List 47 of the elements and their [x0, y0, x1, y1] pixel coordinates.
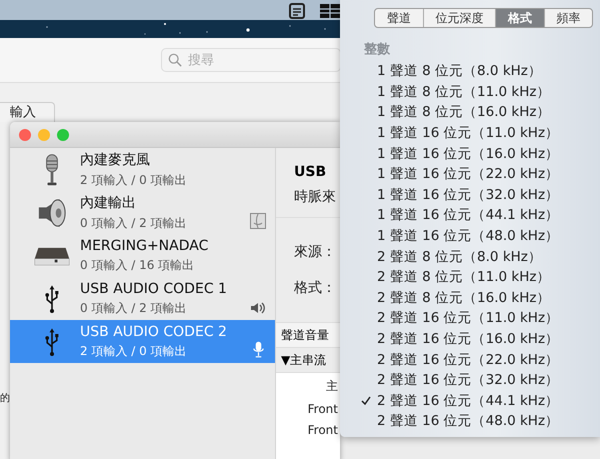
device-name: MERGING+NADAC: [80, 238, 210, 254]
device-channels: 2 項輸入 / 0 項輸出: [80, 342, 188, 360]
device-name: 內建麥克風: [80, 150, 151, 168]
source-label: 來源：: [294, 243, 337, 261]
menu-item[interactable]: 2 聲道 8 位元（11.0 kHz）: [340, 266, 600, 288]
menu-item[interactable]: 1 聲道 16 位元（32.0 kHz）: [340, 184, 600, 206]
channel-label: Front: [308, 423, 338, 437]
menu-item[interactable]: 2 聲道 8 位元（8.0 kHz）: [340, 246, 600, 267]
menu-item[interactable]: 2 聲道 16 位元（22.0 kHz）: [340, 349, 600, 370]
device-channels: 2 項輸入 / 0 項輸出: [80, 172, 188, 188]
segment-tab[interactable]: 格式: [496, 9, 544, 27]
search-field[interactable]: 搜尋: [161, 48, 341, 72]
menu-item[interactable]: 2 聲道 16 位元（48.0 kHz）: [340, 411, 600, 432]
menu-item[interactable]: 1 聲道 16 位元（16.0 kHz）: [340, 143, 600, 164]
menu-item[interactable]: 1 聲道 16 位元（22.0 kHz）: [340, 164, 600, 185]
section-header: 整數: [364, 41, 391, 58]
channel-label: 主: [326, 378, 338, 395]
menu-item[interactable]: 2 聲道 16 位元（44.1 kHz）: [340, 390, 600, 412]
device-item[interactable]: MERGING+NADAC 0 項輸入 / 16 項輸出: [10, 234, 275, 277]
menu-item[interactable]: 2 聲道 16 位元（11.0 kHz）: [340, 308, 600, 329]
device-name: 內建輸出: [80, 194, 137, 212]
menu-item[interactable]: 1 聲道 8 位元（16.0 kHz）: [340, 102, 600, 123]
tab[interactable]: 輸入: [0, 102, 55, 122]
menu-item[interactable]: 1 聲道 16 位元（44.1 kHz）: [340, 205, 600, 226]
menu-item[interactable]: 1 聲道 16 位元（48.0 kHz）: [340, 226, 600, 246]
channel-label: Front: [308, 402, 338, 416]
clock-label: 時脈來: [294, 188, 337, 206]
format-label: 格式：: [294, 279, 337, 297]
menu-item[interactable]: 2 聲道 16 位元（32.0 kHz）: [340, 370, 600, 390]
device-item[interactable]: 內建麥克風 2 項輸入 / 0 項輸出: [10, 148, 275, 191]
segment-tab[interactable]: 聲道: [375, 9, 424, 27]
segment-tab[interactable]: 頻率: [544, 9, 592, 27]
device-channels: 0 項輸入 / 2 項輸出: [80, 300, 188, 316]
menu-item[interactable]: 2 聲道 16 位元（16.0 kHz）: [340, 328, 600, 350]
device-channels: 0 項輸入 / 16 項輸出: [80, 256, 196, 274]
column-header: 聲道音量: [276, 322, 340, 348]
label: 的: [0, 393, 10, 405]
device-item[interactable]: USB AUDIO CODEC 1 0 項輸入 / 2 項輸出: [10, 277, 275, 320]
menu-item[interactable]: 1 聲道 8 位元（8.0 kHz）: [340, 61, 600, 82]
menu-item[interactable]: 1 聲道 8 位元（11.0 kHz）: [340, 82, 600, 102]
device-item[interactable]: 內建輸出 0 項輸入 / 2 項輸出: [10, 191, 275, 234]
device-title: USB: [294, 164, 328, 180]
menu-item[interactable]: 2 聲道 8 位元（16.0 kHz）: [340, 288, 600, 308]
device-channels: 0 項輸入 / 2 項輸出: [80, 214, 188, 232]
menu-item[interactable]: 1 聲道 16 位元（11.0 kHz）: [340, 122, 600, 144]
device-name: USB AUDIO CODEC 1: [80, 280, 228, 296]
device-name: USB AUDIO CODEC 2: [80, 324, 228, 340]
